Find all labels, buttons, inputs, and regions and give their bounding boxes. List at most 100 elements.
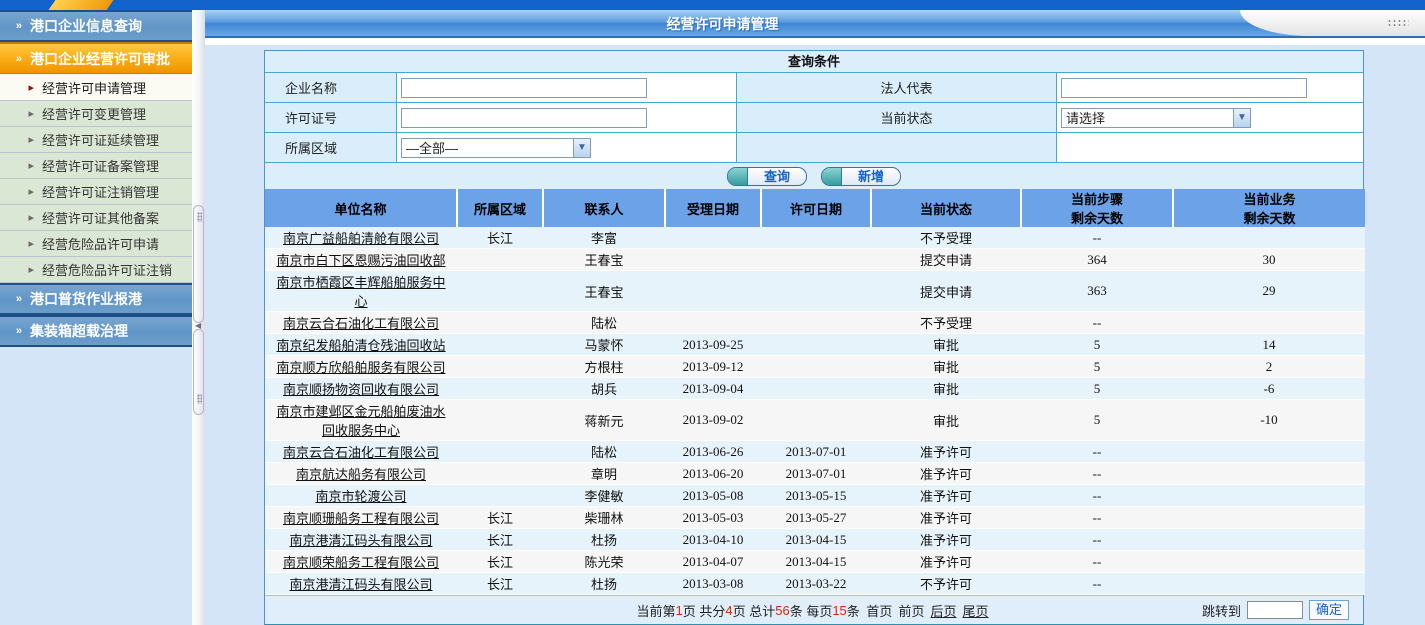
company-link[interactable]: 南京市轮渡公司 xyxy=(315,486,406,505)
cell-step: 363 xyxy=(1021,271,1173,312)
company-link[interactable]: 南京广益船舶清舱有限公司 xyxy=(283,228,439,247)
sidebar-subitem[interactable]: ▸经营许可证延续管理 xyxy=(0,127,192,153)
first-page-link[interactable]: 首页 xyxy=(866,601,892,620)
cell-accepted: 2013-05-08 xyxy=(665,485,761,507)
menu-item-label: 集装箱超载治理 xyxy=(30,321,128,341)
menu-arrow-icon: » xyxy=(0,293,30,305)
table-row: 南京航达船务有限公司章明2013-06-202013-07-01准予许可-- xyxy=(265,463,1365,485)
jump-page-input[interactable] xyxy=(1247,601,1303,619)
company-link[interactable]: 南京市栖霞区丰辉船舶服务中心 xyxy=(276,272,446,310)
splitter-segment[interactable] xyxy=(193,205,204,323)
company-link[interactable]: 南京市建邺区金元船舶废油水回收服务中心 xyxy=(276,401,446,439)
cell-status: 准予许可 xyxy=(871,463,1021,485)
content-area: 查询条件 企业名称 法人代表 许可证号 当前状态 请选择 ▼ xyxy=(205,45,1425,625)
cell-region xyxy=(457,356,543,378)
grip-dots-icon xyxy=(197,394,202,404)
company-link[interactable]: 南京顺方欣船舶服务有限公司 xyxy=(276,357,445,376)
sidebar-subitem[interactable]: ▸经营危险品许可申请 xyxy=(0,231,192,257)
menu-item-label: 经营危险品许可申请 xyxy=(42,234,159,253)
region-select[interactable]: —全部— ▼ xyxy=(401,138,591,158)
cell-accepted: 2013-09-25 xyxy=(665,334,761,356)
next-page-link[interactable]: 后页 xyxy=(930,601,956,620)
pager-text: 当前第 xyxy=(637,601,676,620)
legal-rep-input[interactable] xyxy=(1061,78,1307,98)
column-header: 当前状态 xyxy=(871,189,1021,227)
cell-step: -- xyxy=(1021,551,1173,573)
last-page-link[interactable]: 尾页 xyxy=(962,601,988,620)
cell-contact: 王春宝 xyxy=(543,271,665,312)
sidebar-splitter[interactable]: ◀ xyxy=(192,10,205,625)
menu-item-label: 经营许可变更管理 xyxy=(42,104,146,123)
cell-contact: 陆松 xyxy=(543,312,665,334)
company-link[interactable]: 南京航达船务有限公司 xyxy=(296,464,426,483)
cell-name: 南京广益船舶清舱有限公司 xyxy=(265,227,457,249)
sidebar-item[interactable]: »集装箱超载治理 xyxy=(0,315,192,347)
company-link[interactable]: 南京云合石油化工有限公司 xyxy=(283,313,439,332)
page-header-bar: 经营许可申请管理 xyxy=(205,10,1425,38)
company-link[interactable]: 南京纪发船舶清仓残油回收站 xyxy=(276,335,445,354)
splitter-handle[interactable]: ◀ xyxy=(193,205,204,415)
add-button[interactable]: 新增 xyxy=(821,167,901,186)
column-header: 单位名称 xyxy=(265,189,457,227)
cell-licensed xyxy=(761,271,871,312)
cell-name: 南京顺扬物资回收有限公司 xyxy=(265,378,457,400)
sidebar-subitem[interactable]: ▸经营许可证其他备案 xyxy=(0,205,192,231)
cell-status: 准予许可 xyxy=(871,441,1021,463)
table-row: 南京云合石油化工有限公司陆松2013-06-262013-07-01准予许可-- xyxy=(265,441,1365,463)
table-row: 南京市建邺区金元船舶废油水回收服务中心蒋新元2013-09-02审批5-10 xyxy=(265,400,1365,441)
pager-text: 页 总计 xyxy=(733,601,776,620)
cell-contact: 胡兵 xyxy=(543,378,665,400)
sidebar-subitem[interactable]: ▸经营许可申请管理 xyxy=(0,74,192,101)
company-link[interactable]: 南京顺荣船务工程有限公司 xyxy=(283,552,439,571)
company-link[interactable]: 南京市白下区恩赐污油回收部 xyxy=(276,250,445,269)
cell-licensed: 2013-07-01 xyxy=(761,441,871,463)
cell-accepted xyxy=(665,249,761,271)
cell-status: 审批 xyxy=(871,378,1021,400)
company-link[interactable]: 南京顺珊船务工程有限公司 xyxy=(283,508,439,527)
cell-region xyxy=(457,312,543,334)
company-link[interactable]: 南京顺扬物资回收有限公司 xyxy=(283,379,439,398)
pagination-bar: 当前第1页 共分4页 总计56条 每页15条 首页前页后页尾页 跳转到 确定 xyxy=(265,595,1363,624)
cell-region xyxy=(457,271,543,312)
license-no-input[interactable] xyxy=(401,108,647,128)
cell-name: 南京市白下区恩赐污油回收部 xyxy=(265,249,457,271)
splitter-segment[interactable] xyxy=(193,329,204,415)
cell-name: 南京顺珊船务工程有限公司 xyxy=(265,507,457,529)
cell-region xyxy=(457,463,543,485)
company-link[interactable]: 南京港清江码头有限公司 xyxy=(289,530,432,549)
cell-licensed: 2013-04-15 xyxy=(761,529,871,551)
sidebar-item[interactable]: »港口企业信息查询 xyxy=(0,10,192,42)
cell-region: 长江 xyxy=(457,529,543,551)
cell-biz: 14 xyxy=(1173,334,1365,356)
cell-biz: 29 xyxy=(1173,271,1365,312)
sidebar-item[interactable]: »港口普货作业报港 xyxy=(0,283,192,315)
column-header: 受理日期 xyxy=(665,189,761,227)
prev-page-link[interactable]: 前页 xyxy=(898,601,924,620)
confirm-button[interactable]: 确定 xyxy=(1309,600,1349,620)
sidebar-item[interactable]: »港口企业经营许可审批 xyxy=(0,42,192,74)
company-link[interactable]: 南京云合石油化工有限公司 xyxy=(283,442,439,461)
table-row: 南京港清江码头有限公司长江杜扬2013-04-102013-04-15准予许可-… xyxy=(265,529,1365,551)
sidebar-subitem[interactable]: ▸经营危险品许可证注销 xyxy=(0,257,192,283)
cell-region xyxy=(457,441,543,463)
sidebar-subitem[interactable]: ▸经营许可变更管理 xyxy=(0,101,192,127)
search-button[interactable]: 查询 xyxy=(727,167,807,186)
cell-biz: 2 xyxy=(1173,356,1365,378)
status-select[interactable]: 请选择 ▼ xyxy=(1061,108,1251,128)
status-selected-value: 请选择 xyxy=(1062,108,1105,127)
cell-step: -- xyxy=(1021,485,1173,507)
cell-licensed xyxy=(761,400,871,441)
per-page-number: 15 xyxy=(832,603,846,618)
company-link[interactable]: 南京港清江码头有限公司 xyxy=(289,574,432,593)
cell-licensed xyxy=(761,249,871,271)
sidebar-subitem[interactable]: ▸经营许可证注销管理 xyxy=(0,179,192,205)
cell-step: -- xyxy=(1021,529,1173,551)
cell-status: 准予许可 xyxy=(871,551,1021,573)
sidebar-subitem[interactable]: ▸经营许可证备案管理 xyxy=(0,153,192,179)
current-page-number: 1 xyxy=(676,603,683,618)
total-pages-number: 4 xyxy=(725,603,732,618)
cell-step: -- xyxy=(1021,573,1173,595)
company-name-input[interactable] xyxy=(401,78,647,98)
query-conditions-title: 查询条件 xyxy=(265,51,1363,73)
cell-licensed: 2013-04-15 xyxy=(761,551,871,573)
